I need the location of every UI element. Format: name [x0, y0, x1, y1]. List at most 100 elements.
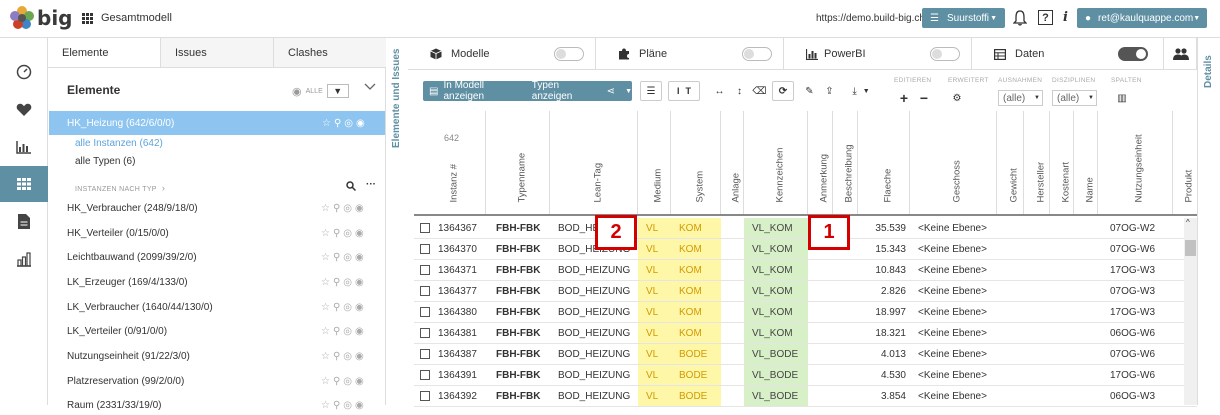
details-strip[interactable]: Details — [1197, 38, 1220, 405]
star-icon[interactable]: ☆ — [321, 302, 330, 313]
target-icon[interactable]: ◎ — [343, 203, 352, 214]
target-icon[interactable]: ◎ — [343, 228, 352, 239]
checkbox[interactable] — [420, 349, 430, 359]
col-kostenart[interactable]: Kostenart — [1050, 111, 1074, 214]
table-row[interactable]: 1364381 FBH-FBK BOD_HEIZUNG VL KOM VL_KOM 18.3… — [414, 323, 1197, 344]
checkbox[interactable] — [420, 307, 430, 317]
eye-icon[interactable]: ◉ — [355, 228, 364, 239]
row-checkbox[interactable] — [420, 281, 434, 301]
star-icon[interactable]: ☆ — [322, 118, 331, 129]
share-icon[interactable]: ⋖ — [607, 86, 615, 97]
scrollbar-thumb[interactable] — [1185, 240, 1196, 256]
star-icon[interactable]: ☆ — [321, 277, 330, 288]
col-instanz[interactable]: Instanz # — [414, 111, 486, 214]
all-types-link[interactable]: alle Typen (6) — [75, 156, 135, 167]
row-checkbox[interactable] — [420, 218, 434, 238]
row-checkbox[interactable] — [420, 260, 434, 280]
col-medium[interactable]: Medium — [638, 111, 671, 214]
tab-clashes[interactable]: Clashes — [274, 38, 386, 67]
table-row[interactable]: 1364380 FBH-FBK BOD_HEIZUNG VL KOM VL_KOM 18.9… — [414, 302, 1197, 323]
type-item[interactable]: LK_Verteiler (0/91/0/0) ☆ ⚲ ◎ ◉ — [67, 321, 385, 341]
type-item[interactable]: Nutzungseinheit (91/22/3/0) ☆ ⚲ ◎ ◉ — [67, 346, 385, 366]
row-checkbox[interactable] — [420, 323, 434, 343]
table-row[interactable]: 1364387 FBH-FBK BOD_HEIZUNG VL BODE VL_BODE 4.… — [414, 344, 1197, 365]
instance-type-toggle[interactable]: IT — [668, 81, 700, 101]
tab-elemente[interactable]: Elemente — [48, 38, 161, 67]
row-checkbox[interactable] — [420, 302, 434, 322]
col-nutzungseinheit[interactable]: Nutzungseinheit — [1098, 111, 1173, 214]
star-icon[interactable]: ☆ — [321, 351, 330, 362]
checkbox[interactable] — [420, 223, 430, 233]
target-icon[interactable]: ◎ — [344, 118, 353, 129]
pin-icon[interactable]: ⚲ — [333, 203, 340, 214]
all-instances-link[interactable]: alle Instanzen (642) — [75, 138, 163, 149]
target-icon[interactable]: ◎ — [343, 376, 352, 387]
checkbox[interactable] — [420, 370, 430, 380]
target-icon[interactable]: ◎ — [343, 351, 352, 362]
info-icon[interactable]: i — [1063, 10, 1068, 25]
tab-issues[interactable]: Issues — [161, 38, 274, 67]
target-icon[interactable]: ◎ — [343, 252, 352, 263]
eye-icon[interactable]: ◉ — [355, 203, 364, 214]
col-hersteller[interactable]: Hersteller — [1024, 111, 1050, 214]
star-icon[interactable]: ☆ — [321, 228, 330, 239]
target-icon[interactable]: ◎ — [343, 277, 352, 288]
row-checkbox[interactable] — [420, 386, 434, 406]
col-anlage[interactable]: Anlage — [721, 111, 744, 214]
star-icon[interactable]: ☆ — [321, 326, 330, 337]
elements-issues-strip[interactable]: Elemente und Issues — [386, 38, 408, 405]
checkbox[interactable] — [420, 244, 430, 254]
nav-charts[interactable] — [0, 129, 48, 165]
plaene-toggle[interactable] — [742, 47, 772, 61]
table-row[interactable]: 1364370FBH-FBKBOD_HEIZUNGVLKOMVL_KOM15.3… — [414, 239, 1197, 260]
module-modelle[interactable]: Modelle — [408, 38, 596, 70]
users-button[interactable] — [1163, 38, 1197, 70]
col-anmerkung[interactable]: Anmerkung — [808, 111, 833, 214]
col-name[interactable]: Name — [1074, 111, 1098, 214]
checkbox[interactable] — [420, 265, 430, 275]
type-item[interactable]: LK_Verbraucher (1640/44/130/0) ☆ ⚲ ◎ ◉ — [67, 297, 385, 317]
pin-icon[interactable]: ⚲ — [333, 400, 340, 411]
refresh-button[interactable]: ⟳ — [772, 81, 794, 101]
chevron-right-icon[interactable]: › — [162, 183, 165, 193]
col-flaeche[interactable]: Flaeche — [858, 111, 910, 214]
eye-icon[interactable]: ◉ — [355, 277, 364, 288]
pin-icon[interactable]: ⚲ — [333, 228, 340, 239]
col-gewicht[interactable]: Gewicht — [997, 111, 1024, 214]
star-icon[interactable]: ☆ — [321, 376, 330, 387]
remove-button[interactable]: − — [916, 90, 932, 106]
exceptions-select[interactable]: (alle) ▼ — [998, 90, 1043, 106]
checkbox[interactable] — [420, 391, 430, 401]
type-item[interactable]: HK_Verbraucher (248/9/18/0) ☆ ⚲ ◎ ◉ — [67, 198, 385, 218]
chevron-down-icon[interactable] — [364, 83, 376, 91]
filter-button[interactable]: ▼ — [326, 84, 349, 98]
add-button[interactable]: + — [896, 90, 912, 106]
upload-button[interactable]: ⇪ — [820, 81, 839, 101]
eye-icon[interactable]: ◉ — [355, 376, 364, 387]
star-icon[interactable]: ☆ — [321, 400, 330, 411]
powerbi-toggle[interactable] — [930, 47, 960, 61]
project-title[interactable]: Gesamtmodell — [82, 12, 172, 24]
fit-height-button[interactable]: ↕ — [730, 81, 749, 101]
col-system[interactable]: System — [671, 111, 721, 214]
table-row[interactable]: 1364371 FBH-FBK BOD_HEIZUNG VL KOM VL_KOM 10.8… — [414, 260, 1197, 281]
modelle-toggle[interactable] — [554, 47, 584, 61]
col-beschreibung[interactable]: Beschreibung — [833, 111, 858, 214]
daten-toggle[interactable] — [1118, 47, 1148, 61]
search-icon[interactable] — [346, 181, 356, 191]
show-in-model-button[interactable]: In Modell anzeigen — [443, 80, 521, 102]
target-icon[interactable]: ◎ — [343, 326, 352, 337]
nav-analytics[interactable] — [0, 241, 48, 277]
row-checkbox[interactable] — [420, 344, 434, 364]
eraser-button[interactable]: ⌫ — [750, 81, 769, 101]
target-icon[interactable]: ◎ — [343, 400, 352, 411]
eye-icon[interactable]: ◉ — [355, 400, 364, 411]
eye-icon[interactable]: ◉ — [355, 252, 364, 263]
nav-documents[interactable] — [0, 203, 48, 239]
eye-icon[interactable]: ◉ — [356, 118, 365, 129]
type-item[interactable]: Platzreservation (99/2/0/0) ☆ ⚲ ◎ ◉ — [67, 371, 385, 391]
bell-icon[interactable] — [1013, 10, 1027, 26]
download-button[interactable]: ⤓ ▼ — [841, 81, 881, 101]
table-scrollbar[interactable]: ^ — [1184, 218, 1197, 405]
star-icon[interactable]: ☆ — [321, 203, 330, 214]
